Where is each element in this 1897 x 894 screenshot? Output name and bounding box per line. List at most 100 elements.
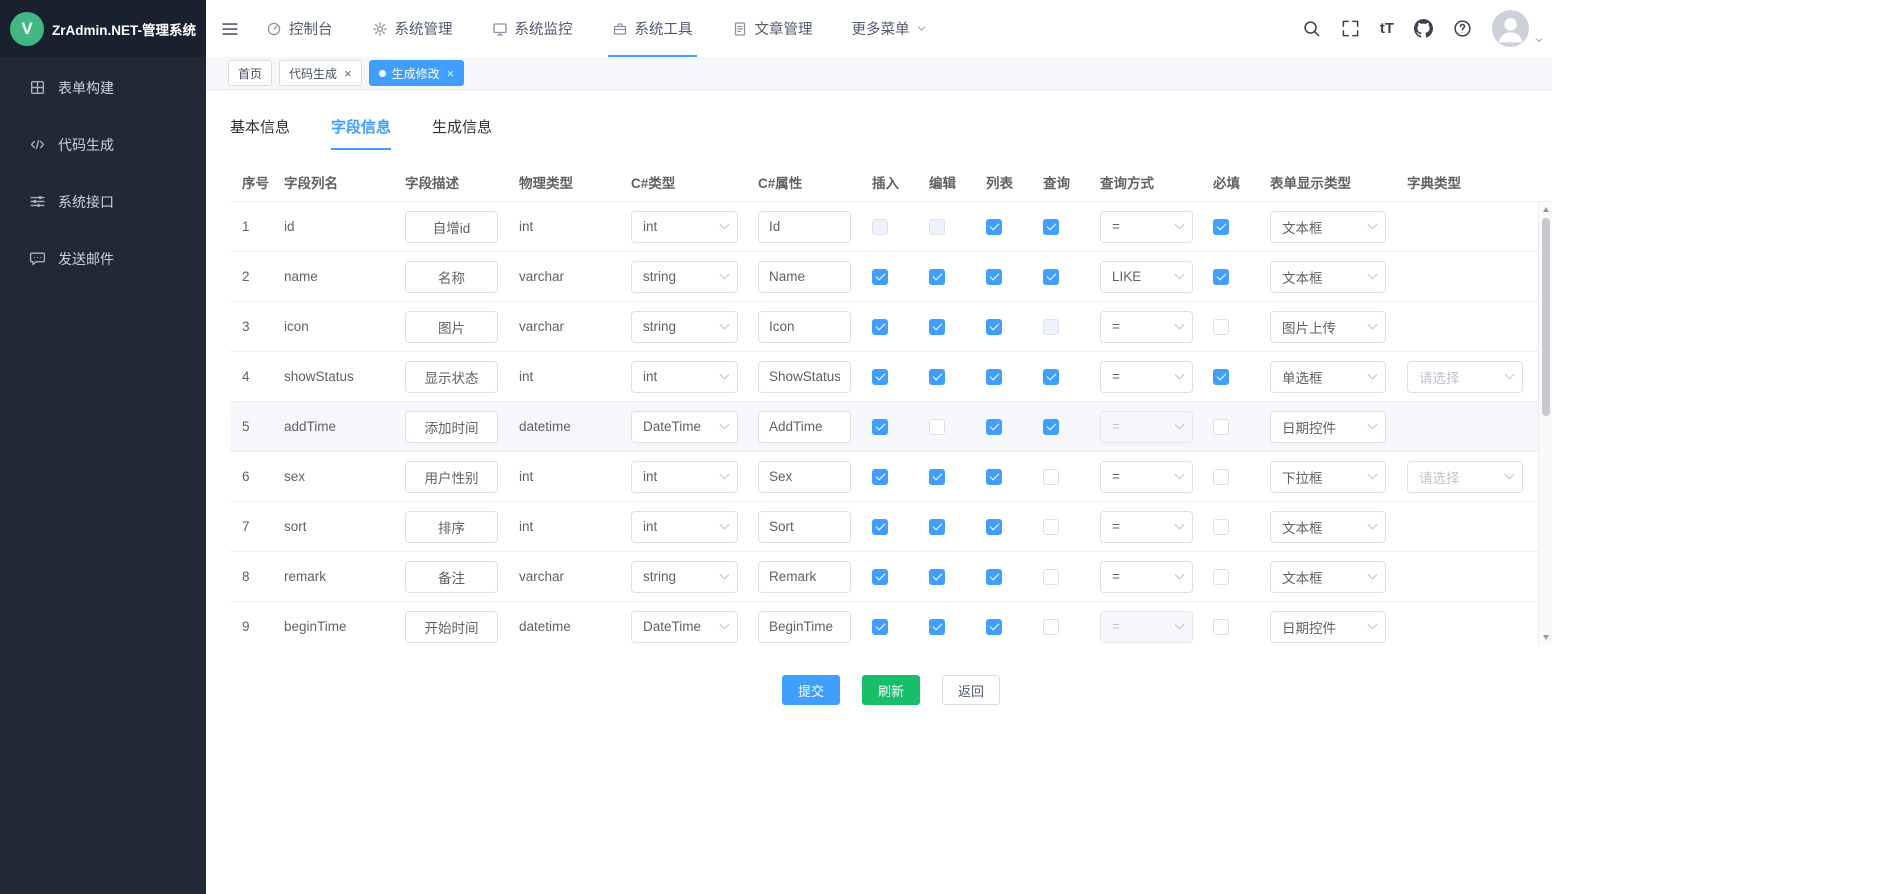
insert-checkbox[interactable] xyxy=(872,619,888,635)
csharp-type-select[interactable]: int xyxy=(631,461,738,493)
topnav-item[interactable]: 文章管理 xyxy=(732,0,813,57)
detail-tab[interactable]: 基本信息 xyxy=(230,116,290,150)
csharp-type-select[interactable]: int xyxy=(631,361,738,393)
edit-checkbox[interactable] xyxy=(929,519,945,535)
tab[interactable]: 代码生成× xyxy=(279,60,362,86)
edit-checkbox[interactable] xyxy=(929,569,945,585)
edit-checkbox[interactable] xyxy=(929,419,945,435)
sidebar-item[interactable]: 代码生成 xyxy=(0,116,206,173)
query-method-select[interactable]: = xyxy=(1100,311,1193,343)
csharp-property-input[interactable] xyxy=(758,311,851,343)
scroll-down-button[interactable] xyxy=(1539,631,1552,644)
list-checkbox[interactable] xyxy=(986,569,1002,585)
topnav-item[interactable]: 更多菜单 xyxy=(852,0,927,57)
display-type-select[interactable]: 文本框 xyxy=(1270,561,1386,593)
csharp-property-input[interactable] xyxy=(758,361,851,393)
description-input[interactable] xyxy=(405,261,498,293)
query-checkbox[interactable] xyxy=(1043,219,1059,235)
csharp-property-input[interactable] xyxy=(758,211,851,243)
app-logo[interactable]: V ZrAdmin.NET-管理系统 xyxy=(0,0,206,57)
query-checkbox[interactable] xyxy=(1043,269,1059,285)
csharp-property-input[interactable] xyxy=(758,261,851,293)
list-checkbox[interactable] xyxy=(986,419,1002,435)
detail-tab[interactable]: 字段信息 xyxy=(331,116,391,150)
csharp-type-select[interactable]: string xyxy=(631,311,738,343)
table-scrollbar[interactable] xyxy=(1538,202,1552,645)
topnav-item[interactable]: 系统工具 xyxy=(612,0,693,57)
sidebar-item[interactable]: 发送邮件 xyxy=(0,230,206,287)
insert-checkbox[interactable] xyxy=(872,369,888,385)
github-icon[interactable] xyxy=(1414,19,1433,38)
refresh-button[interactable]: 刷新 xyxy=(862,675,920,705)
csharp-type-select[interactable]: string xyxy=(631,261,738,293)
required-checkbox[interactable] xyxy=(1213,369,1229,385)
insert-checkbox[interactable] xyxy=(872,319,888,335)
submit-button[interactable]: 提交 xyxy=(782,675,840,705)
description-input[interactable] xyxy=(405,361,498,393)
required-checkbox[interactable] xyxy=(1213,269,1229,285)
display-type-select[interactable]: 文本框 xyxy=(1270,261,1386,293)
csharp-property-input[interactable] xyxy=(758,511,851,543)
list-checkbox[interactable] xyxy=(986,269,1002,285)
edit-checkbox[interactable] xyxy=(929,369,945,385)
query-checkbox[interactable] xyxy=(1043,469,1059,485)
font-size-icon[interactable]: tT xyxy=(1380,20,1394,37)
description-input[interactable] xyxy=(405,211,498,243)
required-checkbox[interactable] xyxy=(1213,569,1229,585)
display-type-select[interactable]: 日期控件 xyxy=(1270,611,1386,643)
fullscreen-icon[interactable] xyxy=(1341,19,1360,38)
topnav-item[interactable]: 系统监控 xyxy=(492,0,573,57)
scroll-up-button[interactable] xyxy=(1539,203,1552,216)
tab-close-icon[interactable]: × xyxy=(344,67,352,80)
edit-checkbox[interactable] xyxy=(929,469,945,485)
description-input[interactable] xyxy=(405,311,498,343)
query-method-select[interactable]: LIKE xyxy=(1100,261,1193,293)
search-icon[interactable] xyxy=(1302,19,1321,38)
csharp-type-select[interactable]: DateTime xyxy=(631,411,738,443)
scroll-thumb[interactable] xyxy=(1542,218,1550,416)
query-checkbox[interactable] xyxy=(1043,419,1059,435)
help-icon[interactable] xyxy=(1453,19,1472,38)
required-checkbox[interactable] xyxy=(1213,419,1229,435)
dict-type-select[interactable]: 请选择 xyxy=(1407,461,1523,493)
edit-checkbox[interactable] xyxy=(929,319,945,335)
required-checkbox[interactable] xyxy=(1213,619,1229,635)
query-method-select[interactable]: = xyxy=(1100,511,1193,543)
csharp-property-input[interactable] xyxy=(758,461,851,493)
csharp-type-select[interactable]: int xyxy=(631,511,738,543)
sidebar-toggle-icon[interactable] xyxy=(220,19,240,39)
required-checkbox[interactable] xyxy=(1213,319,1229,335)
required-checkbox[interactable] xyxy=(1213,519,1229,535)
display-type-select[interactable]: 图片上传 xyxy=(1270,311,1386,343)
tab[interactable]: 生成修改× xyxy=(369,60,465,86)
query-method-select[interactable]: = xyxy=(1100,561,1193,593)
list-checkbox[interactable] xyxy=(986,619,1002,635)
query-checkbox[interactable] xyxy=(1043,369,1059,385)
query-checkbox[interactable] xyxy=(1043,569,1059,585)
display-type-select[interactable]: 下拉框 xyxy=(1270,461,1386,493)
chevron-down-icon[interactable] xyxy=(1534,35,1544,45)
csharp-type-select[interactable]: string xyxy=(631,561,738,593)
insert-checkbox[interactable] xyxy=(872,519,888,535)
description-input[interactable] xyxy=(405,611,498,643)
tab[interactable]: 首页 xyxy=(228,60,272,86)
display-type-select[interactable]: 文本框 xyxy=(1270,511,1386,543)
back-button[interactable]: 返回 xyxy=(942,675,1000,705)
csharp-property-input[interactable] xyxy=(758,611,851,643)
insert-checkbox[interactable] xyxy=(872,569,888,585)
csharp-type-select[interactable]: DateTime xyxy=(631,611,738,643)
insert-checkbox[interactable] xyxy=(872,419,888,435)
list-checkbox[interactable] xyxy=(986,519,1002,535)
avatar[interactable] xyxy=(1492,10,1529,47)
insert-checkbox[interactable] xyxy=(872,269,888,285)
required-checkbox[interactable] xyxy=(1213,219,1229,235)
list-checkbox[interactable] xyxy=(986,319,1002,335)
query-checkbox[interactable] xyxy=(1043,519,1059,535)
description-input[interactable] xyxy=(405,511,498,543)
required-checkbox[interactable] xyxy=(1213,469,1229,485)
query-checkbox[interactable] xyxy=(1043,619,1059,635)
description-input[interactable] xyxy=(405,561,498,593)
topnav-item[interactable]: 系统管理 xyxy=(372,0,453,57)
insert-checkbox[interactable] xyxy=(872,469,888,485)
edit-checkbox[interactable] xyxy=(929,619,945,635)
